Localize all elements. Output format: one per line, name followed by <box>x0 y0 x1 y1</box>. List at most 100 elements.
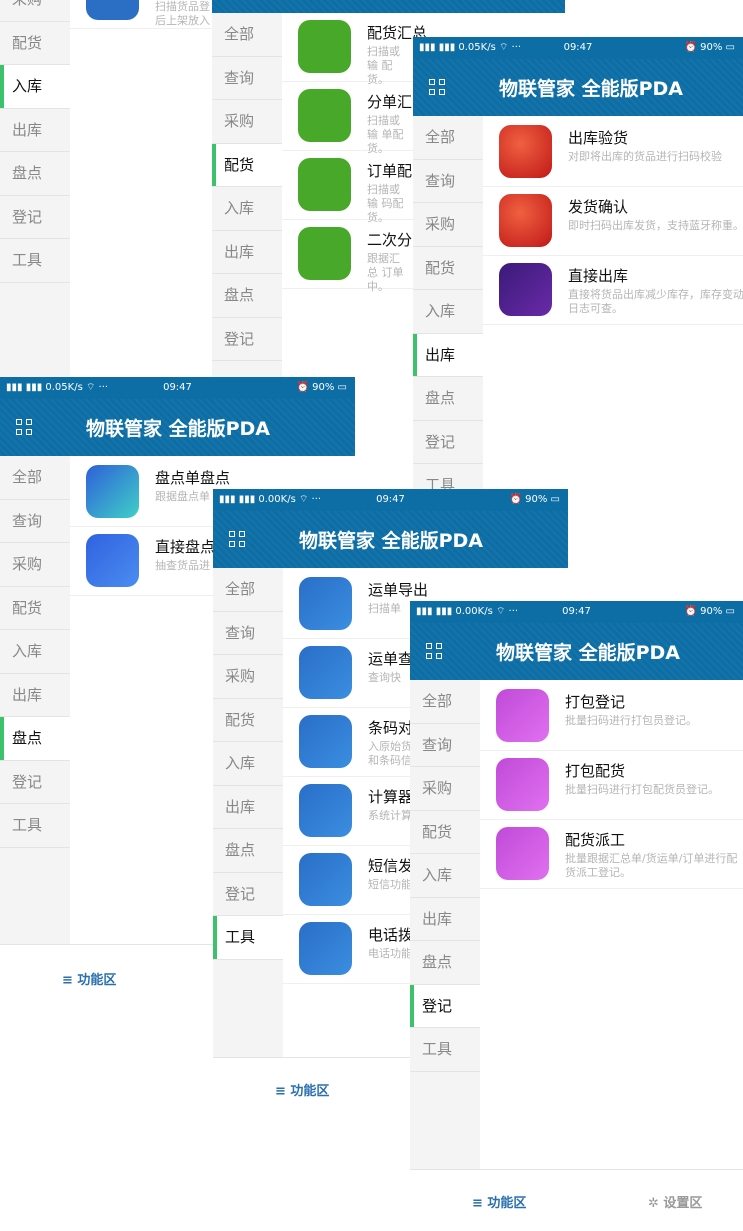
function-name: 运单查 <box>368 650 414 668</box>
sidebar-item-tools[interactable]: 工具 <box>413 464 483 489</box>
function-description: 即时扫码出库发货，支持蓝牙称重。 <box>568 219 743 232</box>
app-title: 物联管家 全能版PDA <box>499 78 684 100</box>
function-name: 打包配货 <box>565 762 626 780</box>
app-header: 物联管家 全能版PDA <box>410 623 743 680</box>
sidebar-item-outbound[interactable]: 出库 <box>410 898 480 941</box>
sidebar-item[interactable]: 登记 <box>0 196 70 239</box>
chat-bubble-icon <box>299 853 352 906</box>
sidebar-item-all[interactable]: 全部 <box>0 456 70 500</box>
app-title: 物联管家 全能版PDA <box>299 530 484 552</box>
grid-menu-icon[interactable] <box>229 530 247 549</box>
function-row[interactable]: 发货确认 即时扫码出库发货，支持蓝牙称重。 <box>483 187 743 256</box>
function-row[interactable]: 直接出库 直接将货品出库减少库存，库存变动日志可查。 <box>483 256 743 325</box>
category-sidebar: 全部 查询 采购 配货 入库 出库 盘点 登记 <box>212 13 282 377</box>
sidebar-item-inbound[interactable]: 入库 <box>213 742 283 786</box>
function-name: 运单导出 <box>368 581 429 599</box>
sidebar-item[interactable]: 工具 <box>0 239 70 283</box>
sidebar-item-stocktake[interactable]: 盘点 <box>0 717 70 761</box>
grid-menu-icon[interactable] <box>429 78 447 97</box>
settings-area-tab[interactable]: ✲ 设置区 <box>648 1192 702 1211</box>
status-bar: ▮▮▮ ▮▮▮ 0.05K/s ⌔ ··· 09:47 ⏰ 90% ▭ <box>0 377 355 399</box>
sidebar-item-query[interactable]: 查询 <box>413 160 483 203</box>
sidebar-item-outbound[interactable]: 出库 <box>213 786 283 829</box>
sidebar-item-allocate[interactable]: 配货 <box>213 699 283 742</box>
function-name: 配货派工 <box>565 831 626 849</box>
sidebar-item-allocate[interactable]: 配货 <box>212 143 282 187</box>
sidebar-item-purchase[interactable]: 采购 <box>410 767 480 811</box>
box-inspect-icon <box>499 125 552 178</box>
sidebar-item-query[interactable]: 查询 <box>213 612 283 655</box>
team-assign-icon <box>496 827 549 880</box>
function-area-tab[interactable]: ≡ 功能区 <box>472 1192 526 1211</box>
box-check-icon <box>499 194 552 247</box>
sidebar-item-all[interactable]: 全部 <box>213 568 283 612</box>
function-description: 对即将出库的货品进行扫码校验 <box>568 150 722 163</box>
battery-icon: ⏰ 90% ▭ <box>296 382 347 393</box>
sidebar-item-register[interactable]: 登记 <box>0 761 70 804</box>
status-bar: ▮▮▮ ▮▮▮ 0.00K/s ⌔ ··· 09:47 ⏰ 90% ▭ <box>410 601 743 623</box>
category-sidebar: 全部 查询 采购 配货 入库 出库 盘点 登记 工具 <box>413 116 483 489</box>
sidebar-item-purchase[interactable]: 采购 <box>212 100 282 144</box>
sidebar-item-tools[interactable]: 工具 <box>213 916 283 960</box>
sidebar-item-stocktake[interactable]: 盘点 <box>410 941 480 985</box>
sidebar-item-inbound[interactable]: 入库 <box>410 854 480 898</box>
sidebar-item-all[interactable]: 全部 <box>410 680 480 724</box>
sidebar-item-allocate[interactable]: 配货 <box>413 247 483 290</box>
function-row[interactable]: 打包登记 批量扫码进行打包员登记。 <box>480 682 743 751</box>
sidebar-item[interactable]: 盘点 <box>0 152 70 196</box>
function-name: 发货确认 <box>568 198 629 216</box>
sidebar-item-register[interactable]: 登记 <box>212 318 282 361</box>
sidebar-item-inbound[interactable]: 入库 <box>0 630 70 674</box>
app-header: 物联管家 全能版PDA <box>213 511 568 568</box>
sidebar-item-outbound[interactable]: 出库 <box>0 674 70 717</box>
grid-menu-icon[interactable] <box>426 642 444 661</box>
category-sidebar: 全部 查询 采购 配货 入库 出库 盘点 登记 工具 <box>0 456 70 944</box>
grid-menu-icon[interactable] <box>16 418 34 437</box>
function-area-tab[interactable]: ≡ 功能区 <box>62 969 116 988</box>
sidebar-item-active[interactable]: 入库 <box>0 65 70 109</box>
panel-register: ▮▮▮ ▮▮▮ 0.00K/s ⌔ ··· 09:47 ⏰ 90% ▭ 物联管家… <box>410 601 743 1231</box>
function-description: 跟据汇总 订单中。 <box>367 252 404 293</box>
sidebar-item-register[interactable]: 登记 <box>413 421 483 464</box>
sidebar-item-all[interactable]: 全部 <box>212 13 282 57</box>
sidebar-item-inbound[interactable]: 入库 <box>212 187 282 231</box>
function-row[interactable]: 出库验货 对即将出库的货品进行扫码校验 <box>483 118 743 187</box>
sidebar-item-all[interactable]: 全部 <box>413 116 483 160</box>
sidebar-item-purchase[interactable]: 采购 <box>213 655 283 699</box>
sidebar-item-stocktake[interactable]: 盘点 <box>213 829 283 873</box>
people-pair-icon <box>496 758 549 811</box>
sidebar-item-purchase[interactable]: 采购 <box>0 543 70 587</box>
sidebar-item-outbound[interactable]: 出库 <box>212 231 282 274</box>
boxes-pallet-icon <box>298 20 351 73</box>
box-scan-icon <box>499 263 552 316</box>
sidebar-item-tools[interactable]: 工具 <box>410 1028 480 1072</box>
packer-person-icon <box>496 689 549 742</box>
sidebar-item-query[interactable]: 查询 <box>0 500 70 543</box>
function-name: 短信发 <box>368 857 414 875</box>
sidebar-item-allocate[interactable]: 配货 <box>410 811 480 854</box>
sidebar-item-purchase[interactable]: 采购 <box>0 0 70 22</box>
function-row[interactable]: 扫描货品登 后上架放入 <box>70 0 215 29</box>
function-name: 出库验货 <box>568 129 629 147</box>
sidebar-item-allocate[interactable]: 配货 <box>0 587 70 630</box>
function-area-tab[interactable]: ≡ 功能区 <box>275 1080 329 1099</box>
sidebar-item-stocktake[interactable]: 盘点 <box>212 274 282 318</box>
sidebar-item-register[interactable]: 登记 <box>213 873 283 916</box>
sidebar-item[interactable]: 出库 <box>0 109 70 152</box>
app-title: 物联管家 全能版PDA <box>496 642 681 664</box>
function-row[interactable]: 配货派工 批量跟据汇总单/货运单/订单进行配货派工登记。 <box>480 820 743 889</box>
sidebar-item[interactable]: 配货 <box>0 22 70 65</box>
sidebar-item-inbound[interactable]: 入库 <box>413 290 483 334</box>
function-row[interactable]: 打包配货 批量扫码进行打包配货员登记。 <box>480 751 743 820</box>
row-description: 扫描货品登 后上架放入 <box>155 0 210 27</box>
sidebar-item-stocktake[interactable]: 盘点 <box>413 377 483 421</box>
checklist-search-icon <box>86 465 139 518</box>
sidebar-item-query[interactable]: 查询 <box>410 724 480 767</box>
sidebar-item-register[interactable]: 登记 <box>410 984 480 1028</box>
sidebar-item-query[interactable]: 查询 <box>212 57 282 100</box>
sidebar-item-purchase[interactable]: 采购 <box>413 203 483 247</box>
sidebar-item-outbound[interactable]: 出库 <box>413 333 483 377</box>
express-package-icon <box>299 577 352 630</box>
sidebar-item-tools[interactable]: 工具 <box>0 804 70 848</box>
status-bar: ▮▮▮ ▮▮▮ 0.00K/s ⌔ ··· 09:47 ⏰ 90% ▭ <box>213 489 568 511</box>
